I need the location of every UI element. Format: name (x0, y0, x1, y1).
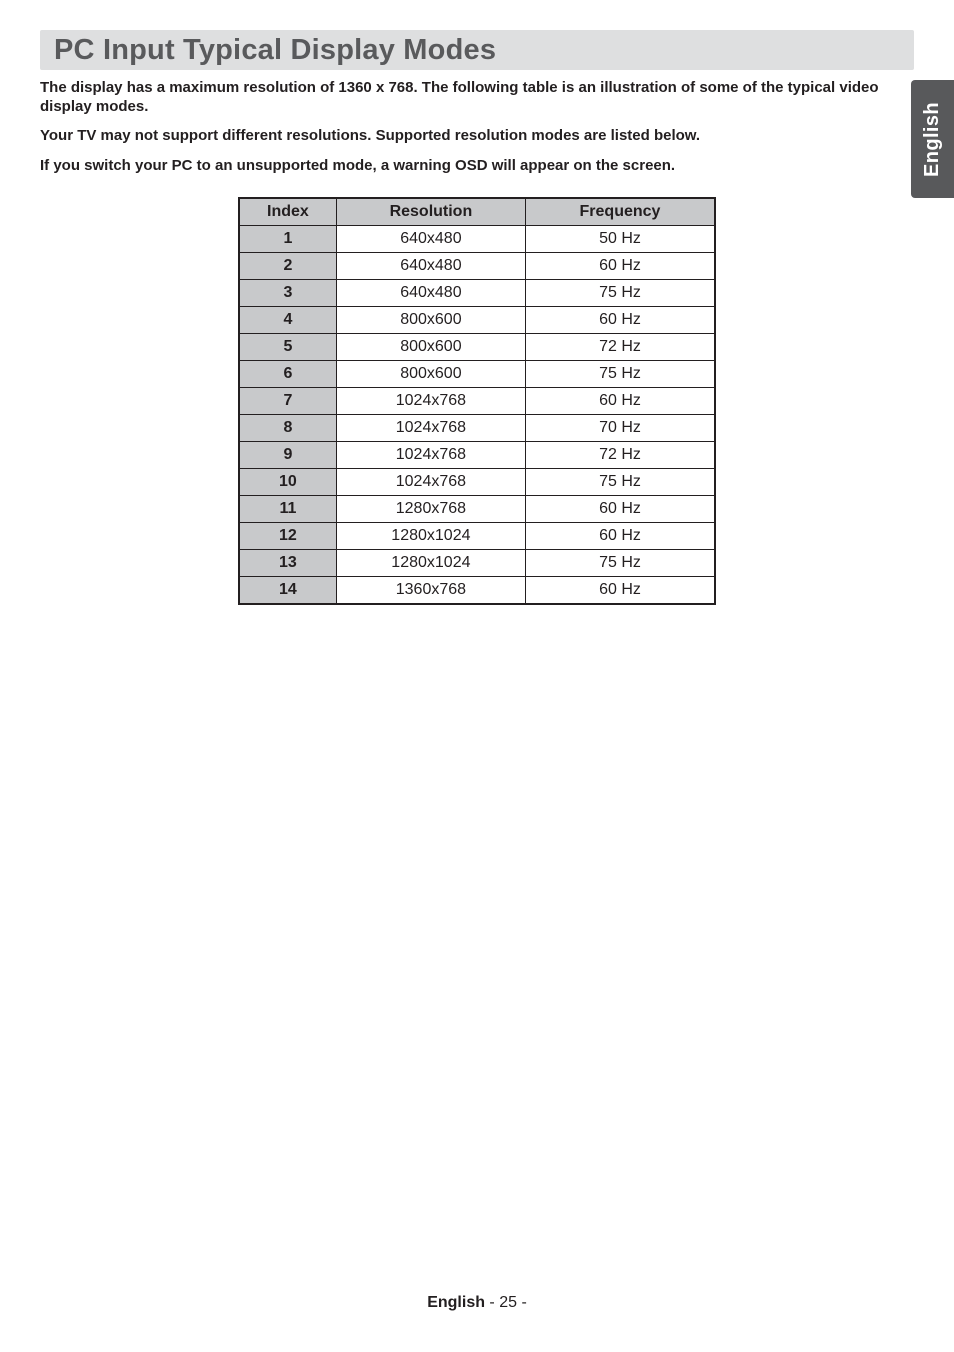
intro-paragraph-1: The display has a maximum resolution of … (40, 78, 914, 116)
col-header-index: Index (239, 198, 336, 226)
cell-frequency: 60 Hz (526, 522, 716, 549)
cell-frequency: 75 Hz (526, 549, 716, 576)
cell-index: 11 (239, 495, 336, 522)
table-row: 91024x76872 Hz (239, 441, 715, 468)
cell-index: 6 (239, 360, 336, 387)
table-row: 101024x76875 Hz (239, 468, 715, 495)
table-body: 1640x48050 Hz2640x48060 Hz3640x48075 Hz4… (239, 225, 715, 604)
cell-resolution: 1360x768 (336, 576, 525, 604)
page-footer: English - 25 - (0, 1294, 954, 1312)
cell-index: 2 (239, 252, 336, 279)
cell-index: 3 (239, 279, 336, 306)
footer-page-number: 25 - (499, 1294, 527, 1311)
cell-frequency: 50 Hz (526, 225, 716, 252)
table-row: 81024x76870 Hz (239, 414, 715, 441)
intro-paragraph-3: If you switch your PC to an unsupported … (40, 156, 914, 175)
cell-frequency: 75 Hz (526, 468, 716, 495)
cell-frequency: 75 Hz (526, 279, 716, 306)
cell-resolution: 1024x768 (336, 387, 525, 414)
cell-resolution: 640x480 (336, 279, 525, 306)
table-row: 1640x48050 Hz (239, 225, 715, 252)
intro-paragraph-2: Your TV may not support different resolu… (40, 126, 914, 145)
cell-index: 9 (239, 441, 336, 468)
cell-index: 1 (239, 225, 336, 252)
cell-frequency: 72 Hz (526, 441, 716, 468)
table-row: 111280x76860 Hz (239, 495, 715, 522)
section-title-bar: PC Input Typical Display Modes (40, 30, 914, 70)
cell-frequency: 72 Hz (526, 333, 716, 360)
cell-resolution: 1280x768 (336, 495, 525, 522)
cell-resolution: 640x480 (336, 252, 525, 279)
cell-resolution: 800x600 (336, 306, 525, 333)
cell-index: 8 (239, 414, 336, 441)
language-tab-label: English (921, 101, 944, 176)
table-header-row: Index Resolution Frequency (239, 198, 715, 226)
language-tab: English (911, 80, 954, 198)
table-row: 131280x102475 Hz (239, 549, 715, 576)
col-header-frequency: Frequency (526, 198, 716, 226)
section-title: PC Input Typical Display Modes (54, 34, 900, 67)
cell-frequency: 75 Hz (526, 360, 716, 387)
table-row: 4800x60060 Hz (239, 306, 715, 333)
col-header-resolution: Resolution (336, 198, 525, 226)
table-row: 141360x76860 Hz (239, 576, 715, 604)
cell-resolution: 1280x1024 (336, 522, 525, 549)
cell-frequency: 60 Hz (526, 306, 716, 333)
cell-frequency: 60 Hz (526, 495, 716, 522)
table-row: 121280x102460 Hz (239, 522, 715, 549)
cell-resolution: 1024x768 (336, 468, 525, 495)
cell-index: 12 (239, 522, 336, 549)
cell-index: 14 (239, 576, 336, 604)
table-row: 2640x48060 Hz (239, 252, 715, 279)
cell-index: 13 (239, 549, 336, 576)
cell-frequency: 70 Hz (526, 414, 716, 441)
cell-index: 7 (239, 387, 336, 414)
cell-resolution: 800x600 (336, 333, 525, 360)
cell-resolution: 1024x768 (336, 441, 525, 468)
table-row: 71024x76860 Hz (239, 387, 715, 414)
cell-frequency: 60 Hz (526, 576, 716, 604)
table-row: 6800x60075 Hz (239, 360, 715, 387)
cell-index: 5 (239, 333, 336, 360)
table-row: 3640x48075 Hz (239, 279, 715, 306)
intro-block: The display has a maximum resolution of … (40, 78, 914, 175)
footer-separator: - (485, 1294, 499, 1311)
cell-index: 10 (239, 468, 336, 495)
cell-index: 4 (239, 306, 336, 333)
cell-frequency: 60 Hz (526, 252, 716, 279)
cell-resolution: 1024x768 (336, 414, 525, 441)
cell-frequency: 60 Hz (526, 387, 716, 414)
cell-resolution: 800x600 (336, 360, 525, 387)
cell-resolution: 640x480 (336, 225, 525, 252)
cell-resolution: 1280x1024 (336, 549, 525, 576)
page: English PC Input Typical Display Modes T… (0, 0, 954, 1352)
display-modes-table: Index Resolution Frequency 1640x48050 Hz… (238, 197, 716, 605)
table-row: 5800x60072 Hz (239, 333, 715, 360)
footer-language: English (427, 1294, 485, 1311)
